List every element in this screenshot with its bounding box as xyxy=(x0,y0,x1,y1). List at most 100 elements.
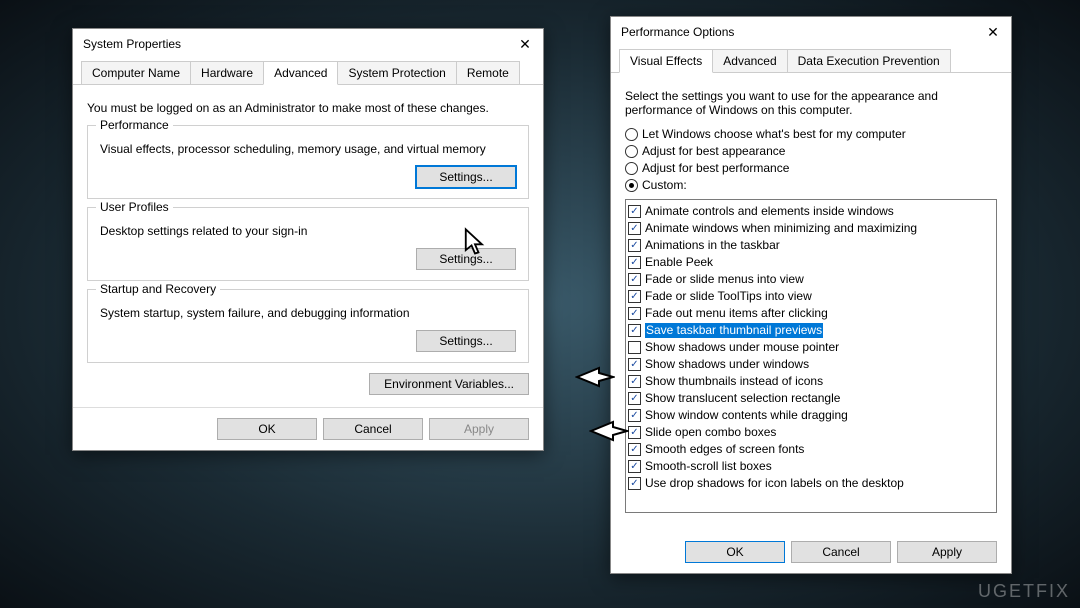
checkbox-label: Show shadows under windows xyxy=(645,357,809,372)
checkbox-icon[interactable] xyxy=(628,443,641,456)
checkbox-icon[interactable] xyxy=(628,273,641,286)
checkbox-item[interactable]: Enable Peek xyxy=(628,255,994,270)
checkbox-icon[interactable] xyxy=(628,358,641,371)
checkbox-icon[interactable] xyxy=(628,409,641,422)
radio-icon[interactable] xyxy=(625,179,638,192)
radio-label: Let Windows choose what's best for my co… xyxy=(642,127,906,142)
radio-option[interactable]: Adjust for best performance xyxy=(625,161,997,176)
checkbox-item[interactable]: Fade out menu items after clicking xyxy=(628,306,994,321)
tab-hardware[interactable]: Hardware xyxy=(190,61,264,84)
group-desc: Desktop settings related to your sign-in xyxy=(100,224,516,238)
tab-computer-name[interactable]: Computer Name xyxy=(81,61,191,84)
radio-icon[interactable] xyxy=(625,145,638,158)
checkbox-item[interactable]: Smooth-scroll list boxes xyxy=(628,459,994,474)
startup-settings-button[interactable]: Settings... xyxy=(416,330,516,352)
close-icon[interactable]: ✕ xyxy=(515,35,535,53)
checkbox-label: Fade or slide ToolTips into view xyxy=(645,289,812,304)
checkbox-label: Animations in the taskbar xyxy=(645,238,780,253)
tab-data-execution-prevention[interactable]: Data Execution Prevention xyxy=(787,49,951,72)
checkbox-item[interactable]: Animations in the taskbar xyxy=(628,238,994,253)
titlebar[interactable]: Performance Options ✕ xyxy=(611,17,1011,45)
profiles-settings-button[interactable]: Settings... xyxy=(416,248,516,270)
checkbox-icon[interactable] xyxy=(628,222,641,235)
checkbox-item[interactable]: Save taskbar thumbnail previews xyxy=(628,323,994,338)
radio-option[interactable]: Let Windows choose what's best for my co… xyxy=(625,127,997,142)
checkbox-item[interactable]: Show shadows under windows xyxy=(628,357,994,372)
tab-advanced[interactable]: Advanced xyxy=(263,61,338,85)
intro-text: You must be logged on as an Administrato… xyxy=(87,101,529,115)
checkbox-item[interactable]: Animate controls and elements inside win… xyxy=(628,204,994,219)
radio-option[interactable]: Custom: xyxy=(625,178,997,193)
apply-button[interactable]: Apply xyxy=(897,541,997,563)
tab-system-protection[interactable]: System Protection xyxy=(337,61,456,84)
checkbox-icon[interactable] xyxy=(628,239,641,252)
dialog-buttons: OK Cancel Apply xyxy=(611,531,1011,573)
checkbox-item[interactable]: Show translucent selection rectangle xyxy=(628,391,994,406)
tab-panel-advanced: You must be logged on as an Administrato… xyxy=(73,85,543,407)
checkbox-item[interactable]: Show window contents while dragging xyxy=(628,408,994,423)
visual-effects-radios: Let Windows choose what's best for my co… xyxy=(625,127,997,193)
checkbox-label: Show thumbnails instead of icons xyxy=(645,374,823,389)
checkbox-icon[interactable] xyxy=(628,375,641,388)
checkbox-icon[interactable] xyxy=(628,460,641,473)
group-performance: Performance Visual effects, processor sc… xyxy=(87,125,529,199)
checkbox-item[interactable]: Show thumbnails instead of icons xyxy=(628,374,994,389)
checkbox-icon[interactable] xyxy=(628,392,641,405)
checkbox-icon[interactable] xyxy=(628,256,641,269)
checkbox-icon[interactable] xyxy=(628,307,641,320)
checkbox-item[interactable]: Fade or slide ToolTips into view xyxy=(628,289,994,304)
group-legend: Performance xyxy=(96,118,173,132)
intro-text: Select the settings you want to use for … xyxy=(625,89,997,117)
checkbox-icon[interactable] xyxy=(628,341,641,354)
checkbox-item[interactable]: Animate windows when minimizing and maxi… xyxy=(628,221,994,236)
radio-option[interactable]: Adjust for best appearance xyxy=(625,144,997,159)
checkbox-icon[interactable] xyxy=(628,205,641,218)
checkbox-label: Use drop shadows for icon labels on the … xyxy=(645,476,904,491)
radio-label: Custom: xyxy=(642,178,687,193)
checkbox-label: Fade or slide menus into view xyxy=(645,272,804,287)
ok-button[interactable]: OK xyxy=(217,418,317,440)
cancel-button[interactable]: Cancel xyxy=(791,541,891,563)
checkbox-item[interactable]: Smooth edges of screen fonts xyxy=(628,442,994,457)
checkbox-label: Smooth edges of screen fonts xyxy=(645,442,804,457)
radio-label: Adjust for best performance xyxy=(642,161,789,176)
tabstrip: Visual EffectsAdvancedData Execution Pre… xyxy=(611,45,1011,73)
checkbox-label: Show translucent selection rectangle xyxy=(645,391,840,406)
checkbox-item[interactable]: Fade or slide menus into view xyxy=(628,272,994,287)
performance-settings-button[interactable]: Settings... xyxy=(416,166,516,188)
checkbox-label: Smooth-scroll list boxes xyxy=(645,459,772,474)
checkbox-icon[interactable] xyxy=(628,324,641,337)
checkbox-item[interactable]: Show shadows under mouse pointer xyxy=(628,340,994,355)
group-legend: User Profiles xyxy=(96,200,173,214)
tab-visual-effects[interactable]: Visual Effects xyxy=(619,49,713,73)
group-legend: Startup and Recovery xyxy=(96,282,220,296)
tab-remote[interactable]: Remote xyxy=(456,61,520,84)
checkbox-label: Show shadows under mouse pointer xyxy=(645,340,839,355)
radio-icon[interactable] xyxy=(625,162,638,175)
dialog-buttons: OK Cancel Apply xyxy=(73,407,543,450)
group-desc: Visual effects, processor scheduling, me… xyxy=(100,142,516,156)
checkbox-icon[interactable] xyxy=(628,290,641,303)
checkbox-label: Save taskbar thumbnail previews xyxy=(645,323,823,338)
group-desc: System startup, system failure, and debu… xyxy=(100,306,516,320)
checkbox-icon[interactable] xyxy=(628,426,641,439)
checkbox-item[interactable]: Use drop shadows for icon labels on the … xyxy=(628,476,994,491)
window-title: System Properties xyxy=(83,37,181,51)
pointer-arrow-icon xyxy=(575,366,615,388)
checkbox-icon[interactable] xyxy=(628,477,641,490)
apply-button[interactable]: Apply xyxy=(429,418,529,440)
checkbox-item[interactable]: Slide open combo boxes xyxy=(628,425,994,440)
env-vars-button[interactable]: Environment Variables... xyxy=(369,373,529,395)
group-startup-recovery: Startup and Recovery System startup, sys… xyxy=(87,289,529,363)
cancel-button[interactable]: Cancel xyxy=(323,418,423,440)
checkbox-label: Animate controls and elements inside win… xyxy=(645,204,894,219)
tab-advanced[interactable]: Advanced xyxy=(712,49,787,72)
visual-effects-listbox[interactable]: Animate controls and elements inside win… xyxy=(625,199,997,513)
system-properties-window: System Properties ✕ Computer NameHardwar… xyxy=(72,28,544,451)
checkbox-label: Slide open combo boxes xyxy=(645,425,776,440)
performance-options-window: Performance Options ✕ Visual EffectsAdva… xyxy=(610,16,1012,574)
radio-icon[interactable] xyxy=(625,128,638,141)
titlebar[interactable]: System Properties ✕ xyxy=(73,29,543,57)
ok-button[interactable]: OK xyxy=(685,541,785,563)
close-icon[interactable]: ✕ xyxy=(983,23,1003,41)
